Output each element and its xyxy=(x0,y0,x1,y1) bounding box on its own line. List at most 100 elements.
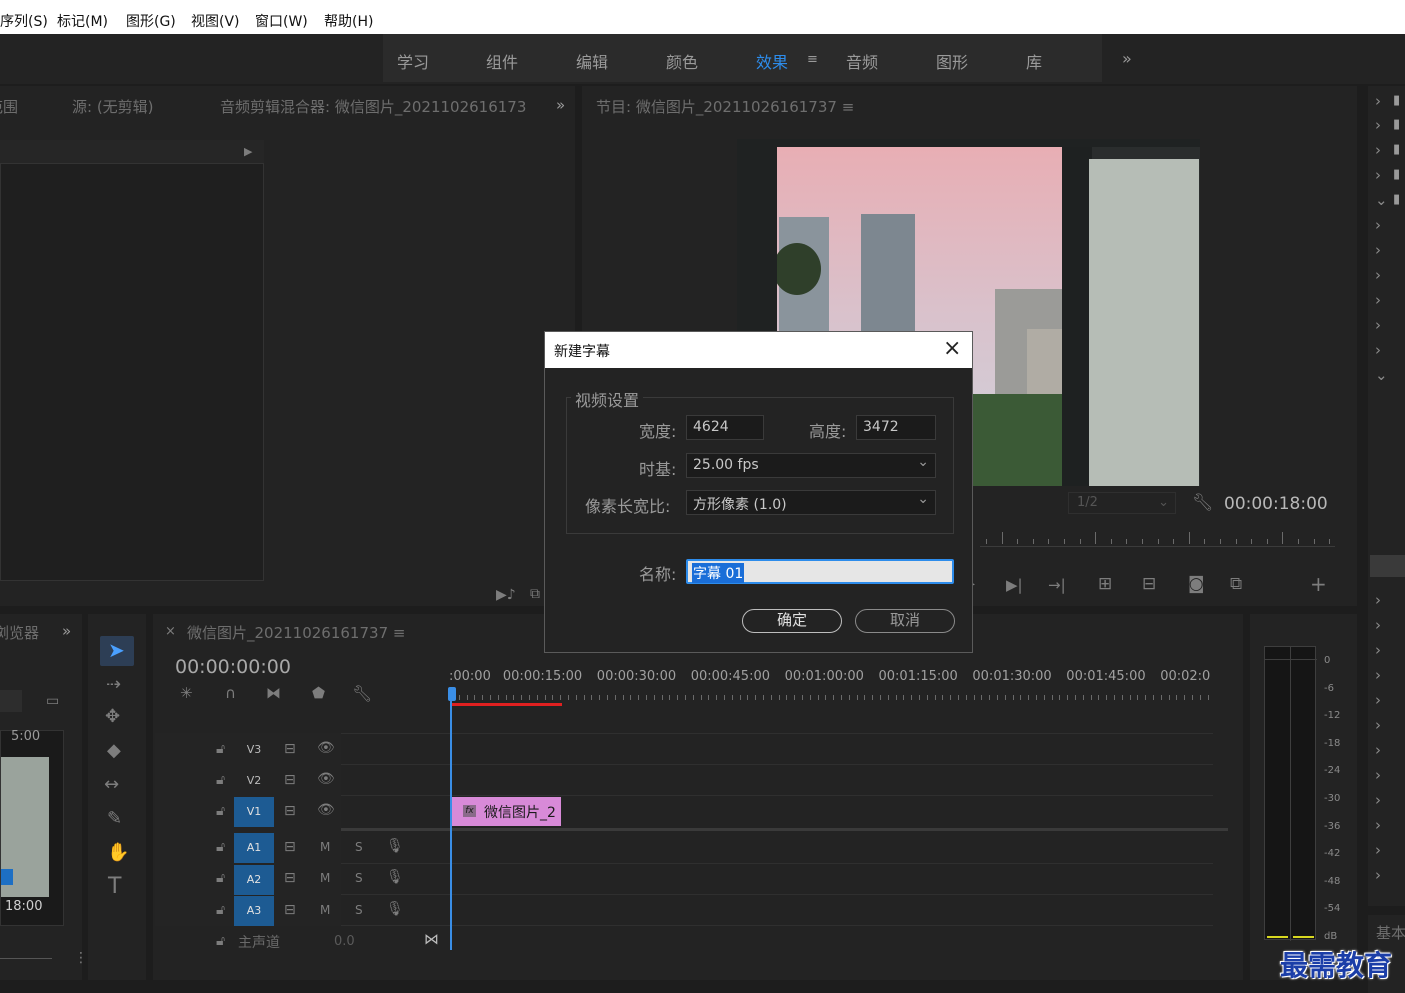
effects-scrollbar[interactable] xyxy=(1370,555,1405,577)
lock-icon[interactable]: 🔓︎ xyxy=(216,803,225,819)
name-input[interactable]: 字幕 01 xyxy=(686,559,954,584)
panel-overflow-icon[interactable]: » xyxy=(556,96,565,114)
sync-lock-icon[interactable]: ⊟ xyxy=(284,839,296,855)
ok-button[interactable]: 确定 xyxy=(742,609,842,633)
play-triangle-icon[interactable]: ▶ xyxy=(244,145,252,158)
new-bin-icon[interactable]: ▭ xyxy=(46,693,59,709)
master-track-value[interactable]: 0.0 xyxy=(334,934,355,949)
wrench-icon[interactable]: 🔧︎ xyxy=(1192,493,1214,513)
track-v2-toggle[interactable]: V2 xyxy=(234,766,274,796)
work-area-bar[interactable] xyxy=(451,703,562,706)
extract-icon[interactable]: ⊟ xyxy=(1142,574,1156,594)
menu-help[interactable]: 帮助(H) xyxy=(324,11,373,31)
workspace-audio[interactable]: 音频 xyxy=(846,49,878,73)
hand-icon[interactable]: ✋ xyxy=(107,842,129,863)
project-overflow-icon[interactable]: » xyxy=(62,622,71,640)
program-monitor-title[interactable]: 节目: 微信图片_20211026161737 ≡ xyxy=(596,96,854,117)
tab-source[interactable]: 源: (无剪辑) xyxy=(72,96,154,117)
lock-icon[interactable]: 🔓︎ xyxy=(216,933,225,949)
track-v3-toggle[interactable]: V3 xyxy=(234,735,274,765)
slip-icon[interactable]: ↔ xyxy=(104,774,119,795)
chevron-right-icon[interactable]: › xyxy=(1375,216,1381,234)
workspace-learn[interactable]: 学习 xyxy=(397,49,429,73)
chevron-right-icon[interactable]: › xyxy=(1375,316,1381,334)
track-a2-toggle[interactable]: A2 xyxy=(234,865,274,895)
timeline-tab[interactable]: 微信图片_20211026161737 ≡ xyxy=(187,622,405,643)
chevron-right-icon[interactable]: › xyxy=(1375,691,1381,709)
chevron-right-icon[interactable]: › xyxy=(1375,716,1381,734)
tab-audio-clip-mixer[interactable]: 音频剪辑混合器: 微信图片_2021102616173 xyxy=(220,96,528,117)
solo-button[interactable]: S xyxy=(355,840,363,854)
close-icon[interactable]: × xyxy=(943,336,961,361)
step-forward-icon[interactable]: ▶| xyxy=(1006,576,1023,594)
pen-icon[interactable]: ✎ xyxy=(107,808,122,829)
lock-icon[interactable]: 🔓︎ xyxy=(216,839,225,855)
essential-panel-label[interactable]: 基本 xyxy=(1376,922,1405,943)
workspace-graphics[interactable]: 图形 xyxy=(936,49,968,73)
workspace-overflow-icon[interactable]: » xyxy=(1122,49,1132,68)
program-scrub-ruler[interactable] xyxy=(980,546,1335,547)
program-timecode[interactable]: 00:00:18:00 xyxy=(1224,494,1328,514)
chevron-right-icon[interactable]: › xyxy=(1375,266,1381,284)
sync-lock-icon[interactable]: ⊟ xyxy=(284,803,296,819)
camera-icon[interactable]: ◙ xyxy=(1188,574,1205,594)
project-thumbnail[interactable]: 5:00 18:00 xyxy=(0,729,64,926)
lock-icon[interactable]: 🔓︎ xyxy=(216,902,225,918)
razor-icon[interactable]: ◆ xyxy=(107,740,121,761)
chevron-right-icon[interactable]: › xyxy=(1375,341,1381,359)
sync-lock-icon[interactable]: ⊟ xyxy=(284,772,296,788)
mute-button[interactable]: M xyxy=(320,840,330,854)
chevron-right-icon[interactable]: › xyxy=(1375,116,1381,134)
menu-view[interactable]: 视图(V) xyxy=(191,11,240,31)
microphone-icon[interactable]: 🎙︎ xyxy=(386,838,404,854)
master-bowtie-icon[interactable]: ⋈ xyxy=(424,930,439,948)
project-menu-icon[interactable]: ⋮ xyxy=(74,950,88,966)
timeline-timecode[interactable]: 00:00:00:00 xyxy=(175,656,291,678)
height-input[interactable]: 3472 xyxy=(856,415,936,440)
chevron-right-icon[interactable]: › xyxy=(1375,92,1381,110)
chevron-right-icon[interactable]: › xyxy=(1375,616,1381,634)
track-a1-toggle[interactable]: A1 xyxy=(234,833,274,863)
cancel-button[interactable]: 取消 xyxy=(855,609,955,633)
chevron-right-icon[interactable]: › xyxy=(1375,166,1381,184)
eye-icon[interactable]: 👁︎ xyxy=(317,740,335,756)
mute-button[interactable]: M xyxy=(320,871,330,885)
menu-window[interactable]: 窗口(W) xyxy=(255,11,308,31)
eye-icon[interactable]: 👁︎ xyxy=(317,802,335,818)
snap-magnet-icon[interactable]: ∩ xyxy=(225,684,236,702)
chevron-right-icon[interactable]: › xyxy=(1375,141,1381,159)
workspace-color[interactable]: 颜色 xyxy=(666,49,698,73)
menu-sequence[interactable]: 序列(S) xyxy=(0,11,48,31)
compare-icon[interactable]: ⧉ xyxy=(1230,574,1242,594)
nest-icon[interactable]: ✳ xyxy=(180,684,193,702)
playhead-line[interactable] xyxy=(450,688,452,950)
add-button-icon[interactable]: + xyxy=(1310,572,1327,596)
microphone-icon[interactable]: 🎙︎ xyxy=(386,901,404,917)
sync-lock-icon[interactable]: ⊟ xyxy=(284,741,296,757)
workspace-libraries[interactable]: 库 xyxy=(1026,49,1042,73)
chevron-right-icon[interactable]: › xyxy=(1375,741,1381,759)
playhead-handle[interactable] xyxy=(448,687,456,701)
export-audio-icon[interactable]: ▶♪ xyxy=(496,587,516,603)
track-v1-toggle[interactable]: V1 xyxy=(234,797,274,827)
microphone-icon[interactable]: 🎙︎ xyxy=(386,869,404,885)
mute-button[interactable]: M xyxy=(320,903,330,917)
lock-icon[interactable]: 🔓︎ xyxy=(216,772,225,788)
solo-button[interactable]: S xyxy=(355,903,363,917)
chevron-right-icon[interactable]: › xyxy=(1375,866,1381,884)
project-search[interactable] xyxy=(0,690,22,712)
tab-scopes[interactable]: 范围 xyxy=(0,96,18,117)
linked-selection-icon[interactable]: ⧓ xyxy=(266,684,281,702)
workspace-menu-icon[interactable]: ≡ xyxy=(807,52,818,67)
track-select-icon[interactable]: ⇢ xyxy=(106,674,121,695)
chevron-right-icon[interactable]: › xyxy=(1375,591,1381,609)
add-marker-icon[interactable]: ⬟ xyxy=(312,684,325,702)
project-panel-label[interactable]: 浏览器 xyxy=(0,622,39,643)
project-zoom-slider[interactable] xyxy=(0,958,52,959)
pixel-aspect-select[interactable]: 方形像素 (1.0) ⌄ xyxy=(686,490,936,515)
chevron-right-icon[interactable]: › xyxy=(1375,291,1381,309)
solo-button[interactable]: S xyxy=(355,871,363,885)
lock-icon[interactable]: 🔓︎ xyxy=(216,741,225,757)
chevron-right-icon[interactable]: › xyxy=(1375,791,1381,809)
eye-icon[interactable]: 👁︎ xyxy=(317,771,335,787)
